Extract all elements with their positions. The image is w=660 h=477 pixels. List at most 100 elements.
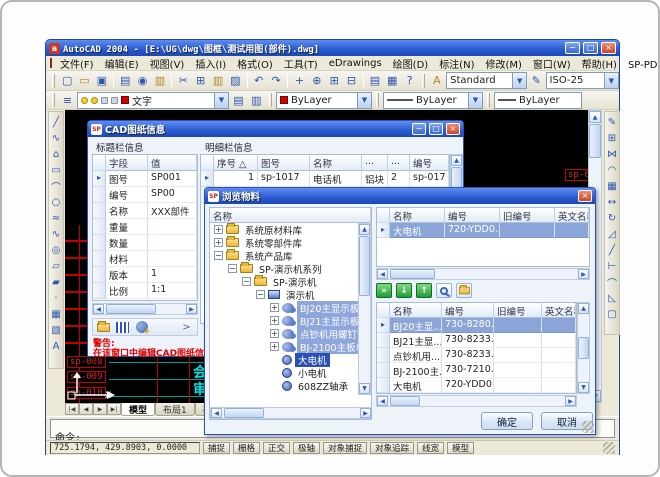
tree-item-demo-machine[interactable]: −演示机 <box>210 288 371 301</box>
tree-item-products-library[interactable]: −系统产品库 <box>210 249 371 262</box>
table-row[interactable]: 编号 SP00 <box>93 187 197 203</box>
dialog-close-button[interactable]: × <box>446 123 460 135</box>
help-icon[interactable]: ? <box>401 72 417 89</box>
menu-draw[interactable]: 绘图(D) <box>388 56 434 71</box>
circle-icon[interactable]: ○ <box>49 194 64 210</box>
publish-icon[interactable]: ▥ <box>152 72 168 89</box>
table-row[interactable]: 材料 <box>93 251 197 267</box>
barcode-icon[interactable] <box>115 320 130 334</box>
fillet-icon[interactable]: ▢ <box>605 306 620 322</box>
copy-object-icon[interactable]: ⊞ <box>605 130 620 146</box>
table-row[interactable]: 名称 XXX部件 <box>93 203 197 219</box>
make-block-icon[interactable]: ▰ <box>49 274 64 290</box>
scroll-up-icon[interactable]: ▲ <box>589 111 601 123</box>
match-properties-icon[interactable]: ▨ <box>227 72 243 89</box>
polygon-icon[interactable]: ⌂ <box>49 146 64 162</box>
toolbar-grip[interactable] <box>376 93 379 107</box>
export-icon[interactable] <box>96 320 111 334</box>
scroll-right-icon[interactable]: ▶ <box>565 396 576 406</box>
menu-sp-pdm[interactable]: SP-PDM插件(P) <box>623 56 660 71</box>
tab-first-icon[interactable]: |◀ <box>65 403 79 415</box>
spline-icon[interactable]: ∿ <box>49 226 64 242</box>
paste-icon[interactable]: ▥ <box>210 72 226 89</box>
selected-part-grid[interactable]: 名称 编号 旧编号 英文名称 ▸ 大电机 720-YDD0... <box>376 207 590 267</box>
plot-icon[interactable]: ▤ <box>117 72 133 89</box>
scroll-up-icon[interactable]: ▲ <box>578 303 589 314</box>
tab-layout1[interactable]: 布局1 <box>155 403 195 416</box>
table-row[interactable]: BJ21主显... 730-8233... <box>377 333 576 348</box>
array-icon[interactable]: ▦ <box>605 178 620 194</box>
chevron-down-icon[interactable]: ▼ <box>512 73 526 88</box>
tree-item-raw-materials[interactable]: +系统原材料库 <box>210 223 371 236</box>
table-row[interactable]: BJ-2100主... 730-7210... <box>377 363 576 378</box>
refresh-icon[interactable]: » <box>376 283 392 298</box>
scroll-thumb[interactable] <box>390 396 420 406</box>
rotate-icon[interactable]: ↻ <box>605 210 620 226</box>
table-row[interactable]: ▸ BJ20主显... 730-8280... <box>377 318 576 333</box>
chamfer-icon[interactable]: ◺ <box>605 290 620 306</box>
open-folder-icon[interactable] <box>456 283 472 298</box>
move-down-icon[interactable]: ↓ <box>396 283 412 298</box>
tree-name-header[interactable]: 名称 <box>210 208 371 223</box>
undo-icon[interactable]: ↶ <box>251 72 267 89</box>
dim-style-icon[interactable]: ✎ <box>528 72 544 89</box>
col-seq[interactable]: 序号 △ <box>214 155 258 171</box>
dialog-minimize-button[interactable]: − <box>412 123 426 135</box>
col-drawing-no[interactable]: 图号 <box>258 155 310 171</box>
results-hscrollbar[interactable]: ◀ ▶ <box>376 395 577 407</box>
scroll-left-icon[interactable]: ◀ <box>211 408 222 418</box>
collapse-icon[interactable]: − <box>242 277 251 286</box>
polar-toggle[interactable]: 极轴 <box>293 442 320 454</box>
scroll-right-icon[interactable]: ▶ <box>360 408 371 418</box>
col-code[interactable]: 编号 <box>410 155 449 171</box>
menu-help[interactable]: 帮助(H) <box>577 56 622 71</box>
add-part-icon[interactable] <box>134 320 149 334</box>
point-icon[interactable]: · <box>49 290 64 306</box>
cad-info-title-bar[interactable]: SP CAD图纸信息 − □ × <box>88 121 463 137</box>
model-toggle[interactable]: 模型 <box>447 442 474 454</box>
menu-edit[interactable]: 编辑(E) <box>100 56 144 71</box>
close-button[interactable]: × <box>601 42 616 54</box>
lineweight-combo[interactable]: ByLayer <box>494 92 582 109</box>
dialog-resize-grip[interactable] <box>582 421 594 433</box>
table-row[interactable]: 版本 1 <box>93 267 197 283</box>
search-icon[interactable] <box>436 283 452 298</box>
menu-edrawings[interactable]: eDrawings <box>324 58 387 69</box>
tree-item-screw-parts[interactable]: +点钞机用螺钉部件 <box>210 327 371 340</box>
ortho-toggle[interactable]: 正交 <box>263 442 290 454</box>
scroll-up-icon[interactable]: ▲ <box>451 155 462 166</box>
tree-item-bj21-board[interactable]: +BJ21主显示板 <box>210 314 371 327</box>
chevron-down-icon[interactable]: ▼ <box>604 73 618 88</box>
zoom-window-icon[interactable]: ⊞ <box>326 72 342 89</box>
menu-window[interactable]: 窗口(W) <box>528 56 576 71</box>
col-misc2[interactable]: ... <box>388 155 410 171</box>
cut-icon[interactable]: ✂ <box>175 72 191 89</box>
revcloud-icon[interactable]: ≈ <box>49 210 64 226</box>
title-block-hscrollbar[interactable]: ◀ ▶ <box>92 303 198 315</box>
tab-prev-icon[interactable]: ◀ <box>79 403 93 415</box>
toolbar-grip[interactable] <box>269 93 272 107</box>
toolbar-grip[interactable] <box>52 74 55 88</box>
expand-icon[interactable]: + <box>214 225 223 234</box>
toolbar-grip[interactable] <box>422 74 425 88</box>
field-column-header[interactable]: 字段 <box>106 155 148 171</box>
table-row[interactable]: ▸ 1 sp-1017 电话机 铝块 2 sp-017 <box>201 171 449 187</box>
menu-insert[interactable]: 插入(I) <box>190 56 231 71</box>
col-code[interactable]: 编号 <box>442 303 494 318</box>
col-english-name[interactable]: 英文名称 <box>555 208 589 223</box>
browse-title-bar[interactable]: SP 浏览物料 × <box>205 188 595 204</box>
table-row[interactable]: 重量 <box>93 219 197 235</box>
toolbar-grip[interactable] <box>52 93 55 107</box>
tree-item-sp-series[interactable]: −SP-演示机系列 <box>210 262 371 275</box>
table-row[interactable]: 点钞机用... 730-8233... <box>377 348 576 363</box>
scroll-thumb[interactable] <box>390 269 435 279</box>
expand-icon[interactable]: + <box>214 238 223 247</box>
col-old-code[interactable]: 旧编号 <box>500 208 555 223</box>
tree-item-sp-demo[interactable]: −SP-演示机 <box>210 275 371 288</box>
expand-icon[interactable]: + <box>270 316 279 325</box>
collapse-icon[interactable]: − <box>256 290 265 299</box>
tree-item-small-motor[interactable]: 小电机 <box>210 366 371 379</box>
scroll-down-icon[interactable]: ▼ <box>359 383 370 394</box>
title-block-grid[interactable]: 字段 值 ▸ 图号 SP001 编号 SP00 名称 XXX部件 重量 <box>92 154 198 301</box>
scroll-left-icon[interactable]: ◀ <box>93 304 104 314</box>
